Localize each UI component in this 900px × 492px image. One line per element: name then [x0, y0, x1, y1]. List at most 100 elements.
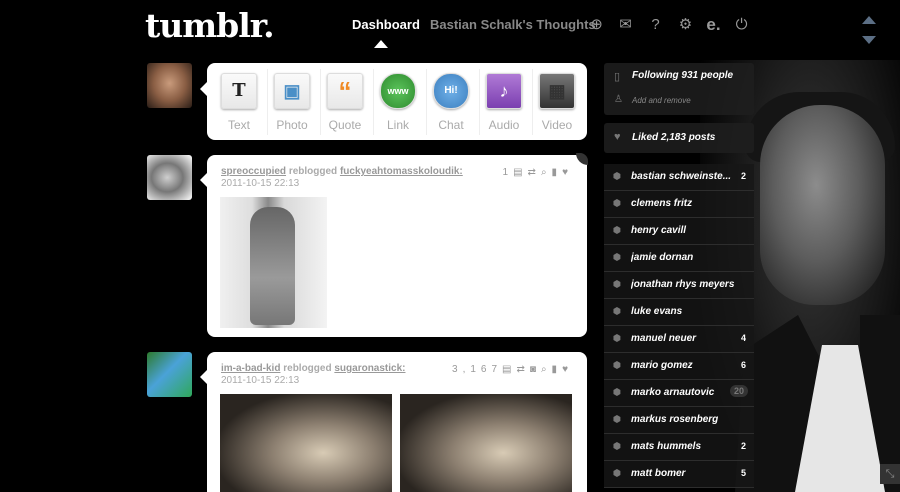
active-nav-caret — [374, 40, 388, 48]
scroll-down-arrow-icon[interactable] — [862, 36, 876, 44]
post-notch — [200, 370, 207, 384]
post-action: reblogged — [288, 166, 338, 177]
photo-post-icon: ▣ — [274, 73, 310, 109]
post-type-photo[interactable]: ▣ Photo — [266, 63, 318, 140]
post-avatar-im-a-bad-kid[interactable] — [147, 352, 192, 397]
post-type-chat[interactable]: Hi! Chat — [425, 63, 477, 140]
tag-icon: ⬢ — [613, 468, 621, 478]
bookmark-icon[interactable]: ▮ — [552, 364, 563, 375]
tag-item[interactable]: ⬢ marko arnautovic 20 — [604, 380, 754, 407]
search-icon[interactable]: ⌕ — [541, 167, 552, 178]
nav-dashboard[interactable]: Dashboard — [352, 17, 420, 32]
quote-post-icon: “ — [327, 73, 363, 109]
following-count[interactable]: Following 931 people — [632, 70, 733, 81]
following-icon: ▯ — [614, 71, 621, 83]
camera-icon[interactable]: ◙ — [530, 364, 541, 375]
post-type-label: Video — [541, 118, 573, 132]
tag-item[interactable]: ⬢ bastian schweinste... 2 — [604, 164, 754, 191]
settings-gear-icon[interactable]: ⚙ — [677, 16, 694, 33]
photo-figure — [250, 207, 295, 325]
tag-item[interactable]: ⬢ matt bomer 5 — [604, 461, 754, 488]
chat-post-icon: Hi! — [433, 73, 469, 109]
tag-item[interactable]: ⬢ clemens fritz — [604, 191, 754, 218]
post-type-label: Audio — [488, 118, 520, 132]
post-photo[interactable] — [220, 197, 327, 328]
tag-icon: ⬢ — [613, 360, 621, 370]
tag-item[interactable]: ⬢ mats hummels 2 — [604, 434, 754, 461]
new-post-icon[interactable]: ⊕ — [588, 16, 605, 33]
tag-item[interactable]: ⬢ manuel neuer 4 — [604, 326, 754, 353]
messages-icon[interactable]: ✉ — [617, 16, 634, 33]
tag-item[interactable]: ⬢ henry cavill — [604, 218, 754, 245]
tag-item[interactable]: ⬢ jonathan rhys meyers — [604, 272, 754, 299]
add-person-icon: ♙ — [614, 94, 623, 105]
post-controls: 3,167▤⇄◙⌕▮♥ — [452, 364, 573, 375]
heart-icon: ♥ — [614, 131, 621, 143]
tag-item[interactable]: ⬢ luke evans — [604, 299, 754, 326]
post-type-label: Link — [386, 118, 409, 132]
nav-blog[interactable]: Bastian Schalk's Thoughts — [430, 17, 596, 32]
post-action: reblogged — [283, 363, 332, 374]
tag-icon: ⬢ — [613, 387, 621, 397]
post-meta: spreoccupied reblogged fuckyeahtomasskol… — [221, 166, 463, 190]
post-photo[interactable] — [400, 394, 572, 492]
post-card: spreoccupied reblogged fuckyeahtomasskol… — [207, 155, 587, 337]
post-type-audio[interactable]: ♪ Audio — [478, 63, 530, 140]
post-notch — [200, 173, 207, 187]
reblog-icon[interactable]: ⇄ — [528, 167, 541, 178]
edit-icon[interactable]: e. — [705, 16, 722, 33]
post-avatar-spreoccupied[interactable] — [147, 155, 192, 200]
tag-icon: ⬢ — [613, 252, 621, 262]
liked-count[interactable]: Liked 2,183 posts — [632, 132, 715, 143]
notes-count[interactable]: 1 — [503, 167, 514, 178]
post-source-link[interactable]: fuckyeahtomasskoloudik: — [340, 166, 463, 177]
post-controls: 1▤⇄⌕▮♥ — [503, 167, 573, 178]
notes-icon[interactable]: ▤ — [502, 364, 516, 375]
post-date: 2011-10-15 22:13 — [221, 375, 300, 386]
logout-power-icon[interactable]: ⏻ — [733, 16, 750, 33]
tag-item[interactable]: ⬢ mario gomez 6 — [604, 353, 754, 380]
post-type-label: Chat — [438, 118, 464, 132]
scroll-up-arrow-icon[interactable] — [862, 16, 876, 24]
post-card: im-a-bad-kid reblogged sugaronastick: 20… — [207, 352, 587, 492]
like-heart-icon[interactable]: ♥ — [562, 364, 573, 375]
post-type-label: Photo — [276, 118, 308, 132]
tag-item[interactable]: ⬢ jamie dornan — [604, 245, 754, 272]
tag-icon: ⬢ — [613, 279, 621, 289]
post-type-text[interactable]: T Text — [213, 63, 265, 140]
tag-item[interactable]: ⬢ markus rosenberg — [604, 407, 754, 434]
tag-icon: ⬢ — [613, 414, 621, 424]
post-photo[interactable] — [220, 394, 392, 492]
background-portrait-face — [760, 105, 885, 305]
search-icon[interactable]: ⌕ — [541, 364, 552, 375]
reblog-icon[interactable]: ⇄ — [517, 364, 530, 375]
post-username-link[interactable]: im-a-bad-kid — [221, 363, 280, 374]
tag-icon: ⬢ — [613, 171, 621, 181]
tumblr-logo[interactable]: tumblr. — [145, 6, 275, 45]
post-type-bar: T Text ▣ Photo “ Quote www Link Hi! Chat… — [207, 63, 587, 140]
post-type-video[interactable]: ▦ Video — [531, 63, 583, 140]
typebar-notch — [200, 82, 207, 96]
resize-corner-icon[interactable]: ⤡ — [880, 464, 900, 484]
tag-icon: ⬢ — [613, 333, 621, 343]
post-meta: im-a-bad-kid reblogged sugaronastick: 20… — [221, 363, 406, 387]
post-type-quote[interactable]: “ Quote — [319, 63, 371, 140]
post-type-label: Text — [227, 118, 250, 132]
post-type-link[interactable]: www Link — [372, 63, 424, 140]
tag-icon: ⬢ — [613, 306, 621, 316]
bookmark-icon[interactable]: ▮ — [552, 167, 563, 178]
my-avatar[interactable] — [147, 63, 192, 108]
link-post-icon: www — [380, 73, 416, 109]
post-type-label: Quote — [328, 118, 362, 132]
like-heart-icon[interactable]: ♥ — [562, 167, 573, 178]
post-source-link[interactable]: sugaronastick: — [334, 363, 405, 374]
notes-count[interactable]: 3,167 — [452, 364, 502, 375]
video-post-icon: ▦ — [539, 73, 575, 109]
post-username-link[interactable]: spreoccupied — [221, 166, 286, 177]
following-add-remove-link[interactable]: Add and remove — [632, 96, 691, 105]
post-date: 2011-10-15 22:13 — [221, 178, 300, 189]
tag-icon: ⬢ — [613, 441, 621, 451]
help-icon[interactable]: ? — [647, 16, 664, 33]
notes-icon[interactable]: ▤ — [513, 167, 527, 178]
tag-icon: ⬢ — [613, 225, 621, 235]
